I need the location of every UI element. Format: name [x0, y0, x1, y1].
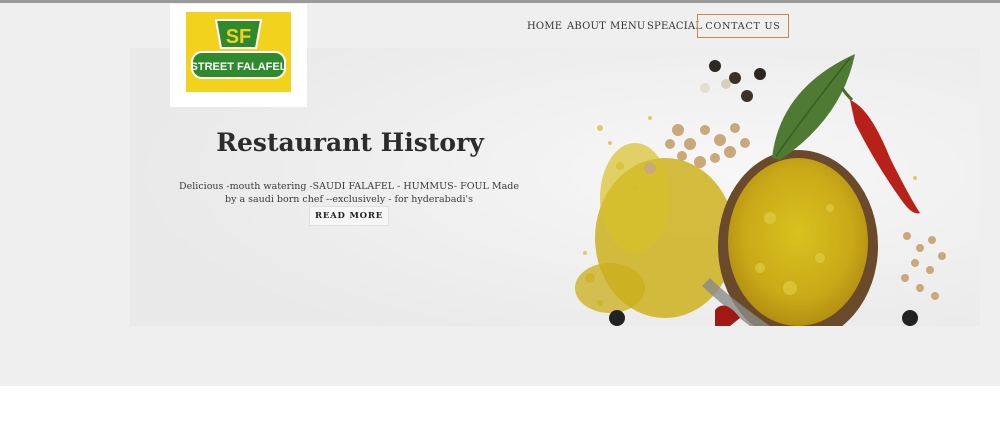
contact-us-button[interactable]: CONTACT US: [697, 14, 789, 38]
logo[interactable]: SF STREET FALAFEL: [170, 4, 307, 107]
logo-name-text: STREET FALAFEL: [191, 61, 287, 73]
hero-title: Restaurant History: [216, 128, 484, 157]
nav-speacial[interactable]: SPEACIAL: [647, 21, 702, 32]
nav-about[interactable]: ABOUT: [567, 21, 606, 32]
logo-sf-text: SF: [226, 26, 252, 48]
hero-description: Delicious -mouth watering -SAUDI FALAFEL…: [179, 181, 519, 205]
nav-home[interactable]: HOME: [527, 21, 562, 32]
read-more-button[interactable]: READ MORE: [309, 206, 389, 226]
nav-menu[interactable]: MENU: [610, 21, 646, 32]
street-falafel-logo-icon: SF STREET FALAFEL: [186, 12, 291, 92]
